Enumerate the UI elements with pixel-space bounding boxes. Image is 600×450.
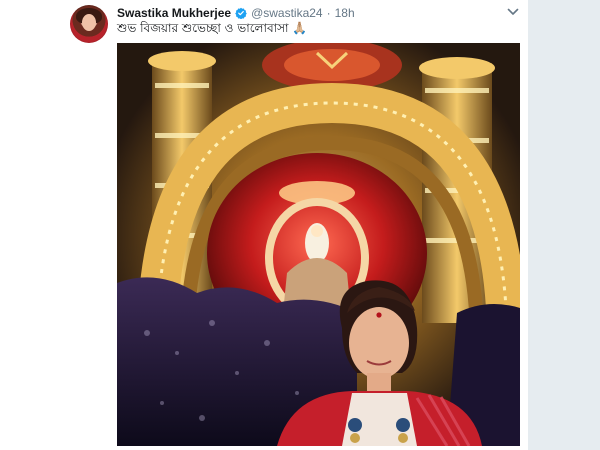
verified-badge-icon [235, 7, 247, 19]
tweet-photo[interactable] [117, 43, 520, 446]
right-rail [528, 0, 600, 450]
photo-durga-pandal [117, 43, 520, 446]
tweet-timestamp[interactable]: 18h [335, 6, 355, 20]
tweet-text: শুভ বিজয়ার শুভেচ্ছা ও ভালোবাসা 🙏🏼 [117, 21, 308, 35]
meta-separator: · [326, 6, 331, 20]
author-name[interactable]: Swastika Mukherjee [117, 6, 231, 20]
tweet-header: Swastika Mukherjee @swastika24 · 18h [117, 5, 355, 21]
avatar-face [82, 14, 96, 31]
author-handle[interactable]: @swastika24 [251, 6, 323, 20]
author-avatar[interactable] [70, 5, 108, 43]
chevron-down-icon[interactable] [506, 6, 520, 18]
tweet-card: Swastika Mukherjee @swastika24 · 18h শুভ… [0, 0, 528, 450]
